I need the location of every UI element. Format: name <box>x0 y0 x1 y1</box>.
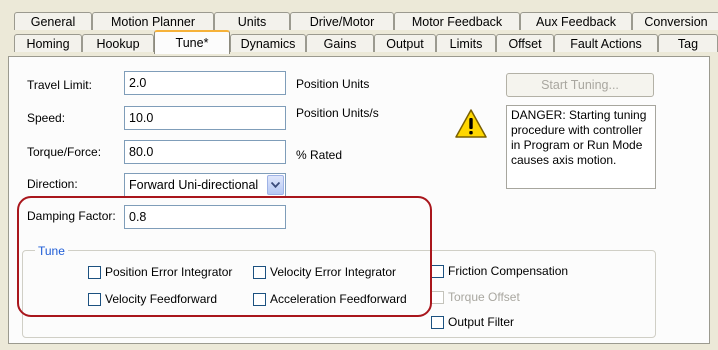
tab-units[interactable]: Units <box>214 12 290 30</box>
speed-label: Speed: <box>27 111 66 125</box>
output-filter-checkbox[interactable]: Output Filter <box>431 315 514 329</box>
tab-gains[interactable]: Gains <box>306 34 374 52</box>
travel-limit-unit: Position Units <box>296 77 370 91</box>
tab-aux-feedback[interactable]: Aux Feedback <box>520 12 632 30</box>
friction-compensation-label: Friction Compensation <box>448 264 569 278</box>
tab-output[interactable]: Output <box>374 34 436 52</box>
tab-row-1: General Motion Planner Units Drive/Motor… <box>14 12 718 32</box>
output-filter-label: Output Filter <box>448 315 515 329</box>
checkbox-box <box>431 290 444 304</box>
checkbox-box <box>431 264 444 278</box>
travel-limit-label: Travel Limit: <box>27 78 92 92</box>
direction-label: Direction: <box>27 177 78 191</box>
tab-fault-actions[interactable]: Fault Actions <box>554 34 658 52</box>
checkbox-box <box>431 315 444 329</box>
tab-tag[interactable]: Tag <box>658 34 718 52</box>
tab-tune[interactable]: Tune* <box>154 30 230 54</box>
tab-limits[interactable]: Limits <box>436 34 496 52</box>
start-tuning-button[interactable]: Start Tuning... <box>506 73 654 97</box>
tab-conversion[interactable]: Conversion <box>632 12 718 30</box>
tab-dynamics[interactable]: Dynamics <box>230 34 306 52</box>
tab-motion-planner[interactable]: Motion Planner <box>92 12 214 30</box>
highlight-outline <box>17 196 432 317</box>
tab-homing[interactable]: Homing <box>14 34 82 52</box>
tab-general[interactable]: General <box>14 12 92 30</box>
tab-offset[interactable]: Offset <box>496 34 554 52</box>
torque-force-label: Torque/Force: <box>27 145 102 159</box>
torque-offset-label: Torque Offset <box>448 290 520 304</box>
speed-input[interactable]: 10.0 <box>124 106 286 130</box>
dropdown-arrow-button[interactable] <box>267 175 284 195</box>
speed-unit: Position Units/s <box>296 106 379 120</box>
tab-drive-motor[interactable]: Drive/Motor <box>290 12 394 30</box>
warning-message: DANGER: Starting tuning procedure with c… <box>506 105 656 189</box>
torque-force-unit: % Rated <box>296 148 343 162</box>
warning-triangle-icon <box>455 109 487 138</box>
tab-motor-feedback[interactable]: Motor Feedback <box>394 12 520 30</box>
tab-hookup[interactable]: Hookup <box>82 34 154 52</box>
direction-select-value: Forward Uni-directional <box>129 178 259 192</box>
torque-force-input[interactable]: 80.0 <box>124 140 286 164</box>
friction-compensation-checkbox[interactable]: Friction Compensation <box>431 264 568 278</box>
direction-select[interactable]: Forward Uni-directional <box>124 173 286 197</box>
torque-offset-checkbox: Torque Offset <box>431 290 520 304</box>
tab-row-2: Homing Hookup Tune* Dynamics Gains Outpu… <box>14 30 718 54</box>
travel-limit-input[interactable]: 2.0 <box>124 71 286 95</box>
chevron-down-icon <box>271 182 280 188</box>
